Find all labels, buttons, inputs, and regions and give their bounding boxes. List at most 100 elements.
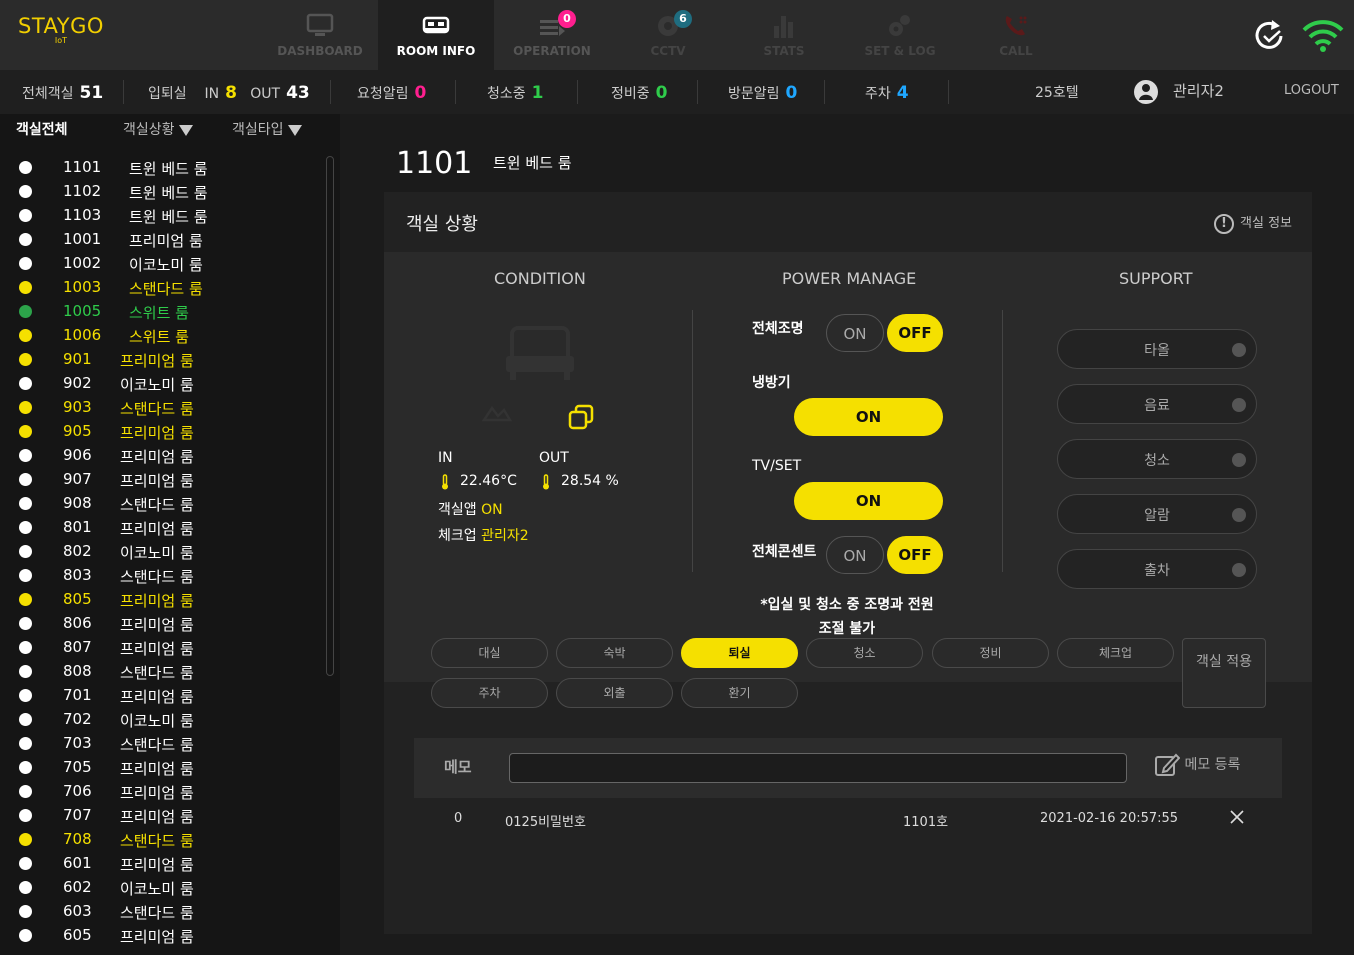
ac-on-toggle[interactable]: ON [794,398,943,436]
room-list-item[interactable]: 905 프리미엄 룸 [0,420,322,444]
user-name[interactable]: 관리자2 [1173,80,1224,101]
state-button[interactable]: 체크업 [1057,638,1174,668]
copy-icon[interactable] [568,404,594,430]
apply-button[interactable]: 객실 적용 [1182,638,1266,708]
room-list-item[interactable]: 901 프리미엄 룸 [0,348,322,372]
room-list-item[interactable]: 803 스탠다드 룸 [0,564,322,588]
room-status-dot [19,569,32,582]
room-list-item[interactable]: 801 프리미엄 룸 [0,516,322,540]
room-type: 스탠다드 룸 [120,400,194,418]
support-drink-button[interactable]: 음료 [1057,384,1257,424]
room-list-item[interactable]: 802 이코노미 룸 [0,540,322,564]
logo[interactable]: STAYGO IoT [18,14,104,45]
lights-on-toggle[interactable]: ON [826,314,884,352]
refresh-icon[interactable] [1250,18,1290,54]
room-list-item[interactable]: 1001 프리미엄 룸 [0,228,322,252]
room-list-item[interactable]: 703 스탠다드 룸 [0,732,322,756]
room-type: 프리미엄 룸 [120,352,194,370]
room-list-scrollbar[interactable] [326,156,334,676]
stat-checkin: 입퇴실 IN 8 OUT 43 [148,83,310,103]
in-temperature: 22.46°C [460,473,517,489]
nav-label: DASHBOARD [277,44,363,58]
room-list-item[interactable]: 705 프리미엄 룸 [0,756,322,780]
nav-tab-call[interactable]: CALL [958,0,1074,70]
room-type: 이코노미 룸 [120,544,194,562]
room-list-item[interactable]: 706 프리미엄 룸 [0,780,322,804]
state-button[interactable]: 주차 [431,678,548,708]
outlet-label: 전체콘센트 [752,544,817,560]
nav-tab-room-info[interactable]: ROOM INFO [378,0,494,70]
filter-type[interactable]: 객실타입 [232,119,302,139]
room-list-item[interactable]: 808 스탠다드 룸 [0,660,322,684]
outlet-off-toggle[interactable]: OFF [887,536,943,574]
state-button[interactable]: 외출 [556,678,673,708]
stat-request[interactable]: 요청알림 0 [357,83,426,103]
room-list-item[interactable]: 1006 스위트 룸 [0,324,322,348]
nav-tab-dashboard[interactable]: DASHBOARD [262,0,378,70]
room-type: 이코노미 룸 [120,376,194,394]
stat-maintenance[interactable]: 정비중 0 [611,83,667,103]
support-towel-button[interactable]: 타올 [1057,329,1257,369]
room-status-dot [19,233,32,246]
room-list-item[interactable]: 1103 트윈 베드 룸 [0,204,322,228]
room-list-item[interactable]: 1101 트윈 베드 룸 [0,156,322,180]
stat-visit[interactable]: 방문알림 0 [728,83,797,103]
room-info-link[interactable]: ! 객실 정보 [1214,212,1292,234]
memo-input[interactable] [509,753,1127,783]
room-list-item[interactable]: 603 스탠다드 룸 [0,900,322,924]
room-number: 802 [63,542,92,560]
state-button[interactable]: 대실 [431,638,548,668]
stat-parking[interactable]: 주차 4 [865,83,909,103]
room-number: 1103 [63,206,102,224]
room-list-item[interactable]: 806 프리미엄 룸 [0,612,322,636]
room-list-item[interactable]: 1102 트윈 베드 룸 [0,180,322,204]
nav-tab-stats[interactable]: STATS [726,0,842,70]
room-list-item[interactable]: 906 프리미엄 룸 [0,444,322,468]
room-number: 901 [63,350,92,368]
logout-button[interactable]: LOGOUT [1284,83,1339,98]
room-list-item[interactable]: 701 프리미엄 룸 [0,684,322,708]
room-list-item[interactable]: 1005 스위트 룸 [0,300,322,324]
room-list-item[interactable]: 602 이코노미 룸 [0,876,322,900]
room-status-dot [19,857,32,870]
room-list-item[interactable]: 807 프리미엄 룸 [0,636,322,660]
room-list-item[interactable]: 805 프리미엄 룸 [0,588,322,612]
room-list-item[interactable]: 902 이코노미 룸 [0,372,322,396]
support-cleaning-button[interactable]: 청소 [1057,439,1257,479]
state-button[interactable]: 퇴실 [681,638,798,668]
room-list-item[interactable]: 903 스탠다드 룸 [0,396,322,420]
room-list-item[interactable]: 605 프리미엄 룸 [0,924,322,948]
state-button[interactable]: 숙박 [556,638,673,668]
room-number: 1101 [63,158,102,176]
room-list-item[interactable]: 1002 이코노미 룸 [0,252,322,276]
tv-on-toggle[interactable]: ON [794,482,943,520]
room-number: 707 [63,806,92,824]
state-button[interactable]: 환기 [681,678,798,708]
room-list-item[interactable]: 1003 스탠다드 룸 [0,276,322,300]
room-list-item[interactable]: 601 프리미엄 룸 [0,852,322,876]
outlet-on-toggle[interactable]: ON [826,536,884,574]
room-list-item[interactable]: 707 프리미엄 룸 [0,804,322,828]
nav-tab-cctv[interactable]: 6 CCTV [610,0,726,70]
state-button[interactable]: 정비 [932,638,1049,668]
nav-tab-operation[interactable]: 0 OPERATION [494,0,610,70]
room-list-item[interactable]: 907 프리미엄 룸 [0,468,322,492]
room-list-item[interactable]: 908 스탠다드 룸 [0,492,322,516]
room-type: 스탠다드 룸 [120,736,194,754]
support-car-out-button[interactable]: 출차 [1057,549,1257,589]
room-number: 903 [63,398,92,416]
stat-cleaning[interactable]: 청소중 1 [487,83,543,103]
nav-tab-set-log[interactable]: SET & LOG [842,0,958,70]
memo-register-button[interactable]: 메모 등록 [1154,752,1240,778]
state-button[interactable]: 청소 [806,638,923,668]
lights-off-toggle[interactable]: OFF [887,314,943,352]
room-number: 803 [63,566,92,584]
room-list-item[interactable]: 702 이코노미 룸 [0,708,322,732]
room-number: 1002 [63,254,102,272]
room-list-item[interactable]: 708 스탠다드 룸 [0,828,322,852]
support-alarm-button[interactable]: 알람 [1057,494,1257,534]
close-icon[interactable] [1230,810,1244,824]
filter-all[interactable]: 객실전체 [16,119,68,139]
bed-icon [506,326,574,380]
filter-status[interactable]: 객실상황 [123,119,193,139]
